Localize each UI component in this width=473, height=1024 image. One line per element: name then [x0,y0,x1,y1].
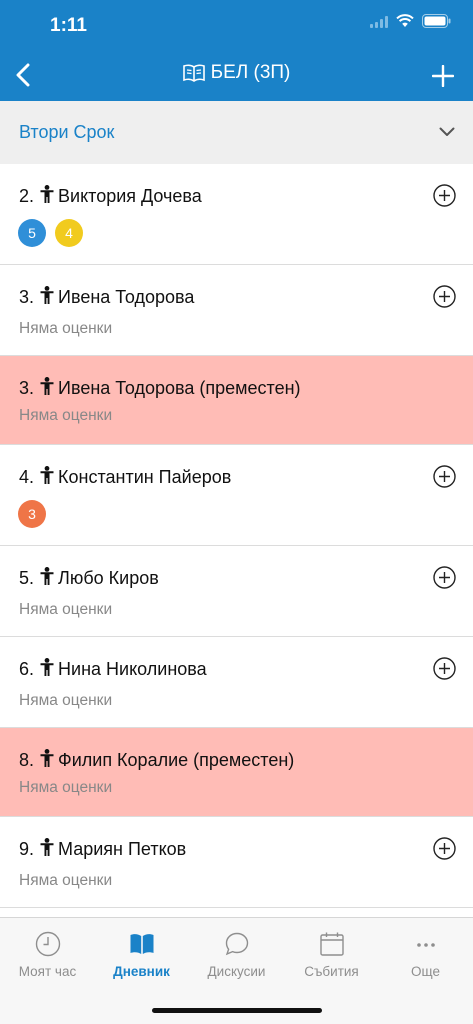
student-person-icon [40,185,54,208]
student-name: Ивена Тодорова (преместен) [58,378,301,398]
student-row[interactable]: 9. Мариян Петков Няма оценки [0,817,473,908]
plus-circle-icon [433,566,456,589]
more-dots-icon [378,930,473,958]
student-number: 9. [19,839,35,859]
home-indicator [152,1008,322,1013]
term-selector[interactable]: Втори Срок [0,101,473,164]
book-icon [182,64,205,82]
tab-more-dots[interactable]: Още [378,930,473,979]
student-number: 3. [19,378,35,398]
student-title: 4. Константин Пайеров [19,466,231,489]
add-grade-button[interactable] [433,465,456,488]
navigation-bar: БЕЛ (3П) [0,50,473,101]
student-row[interactable]: 6. Нина Николинова Няма оценки [0,637,473,728]
student-number: 5. [19,568,35,588]
plus-circle-icon [433,657,456,680]
student-title: 8. Филип Коралие (преместен) [19,749,294,772]
student-person-icon [40,749,54,772]
tab-label: Дискусии [207,964,266,979]
battery-icon [422,14,451,33]
student-row-moved[interactable]: 3. Ивена Тодорова (преместен) Няма оценки [0,356,473,445]
add-grade-button[interactable] [433,657,456,680]
grade-badge[interactable]: 5 [18,219,46,247]
student-row[interactable]: 3. Ивена Тодорова Няма оценки [0,265,473,356]
no-grades-text: Няма оценки [19,601,113,618]
student-name: Виктория Дочева [58,186,202,206]
add-grade-button[interactable] [433,184,456,207]
student-name: Ивена Тодорова [58,287,195,307]
student-number: 2. [19,186,35,206]
page-title-text: БЕЛ (3П) [210,62,291,83]
student-person-icon [40,286,54,309]
plus-icon [432,65,454,87]
student-title: 9. Мариян Петков [19,838,186,861]
book-icon [94,930,189,958]
page-title: БЕЛ (3П) [0,62,473,84]
student-title: 3. Ивена Тодорова (преместен) [19,377,301,400]
student-row[interactable]: 2. Виктория Дочева 5 4 [0,164,473,265]
student-name: Любо Киров [58,568,159,588]
tab-label: Моят час [18,964,77,979]
student-title: 2. Виктория Дочева [19,185,202,208]
term-label: Втори Срок [19,122,115,142]
student-name: Мариян Петков [58,839,187,859]
add-grade-button[interactable] [433,566,456,589]
student-person-icon [40,567,54,590]
grade-badge[interactable]: 3 [18,500,46,528]
tab-label: Събития [304,964,359,979]
student-number: 8. [19,750,35,770]
no-grades-text: Няма оценки [19,779,113,796]
status-time: 1:11 [50,15,87,36]
student-person-icon [40,838,54,861]
status-bar: 1:11 [0,0,473,50]
add-button[interactable] [427,60,459,92]
tab-calendar[interactable]: Събития [284,930,379,979]
student-number: 3. [19,287,35,307]
student-name: Константин Пайеров [58,467,232,487]
student-title: 6. Нина Николинова [19,658,207,681]
student-number: 6. [19,659,35,679]
no-grades-text: Няма оценки [19,692,113,709]
tab-book[interactable]: Дневник [94,930,189,979]
student-number: 4. [19,467,35,487]
plus-circle-icon [433,465,456,488]
student-row[interactable]: 5. Любо Киров Няма оценки [0,546,473,637]
student-row-moved[interactable]: 8. Филип Коралие (преместен) Няма оценки [0,728,473,817]
no-grades-text: Няма оценки [19,407,113,424]
add-grade-button[interactable] [433,285,456,308]
tab-label: Дневник [113,964,170,979]
grades-list: 54 [18,219,83,247]
calendar-icon [284,930,379,958]
student-name: Нина Николинова [58,659,207,679]
student-name: Филип Коралие (преместен) [58,750,295,770]
student-row[interactable]: 4. Константин Пайеров 3 [0,445,473,546]
student-title: 5. Любо Киров [19,567,159,590]
student-person-icon [40,466,54,489]
chevron-down-icon [439,124,455,142]
student-list: 2. Виктория Дочева 5 4 3. Ивена Тодорова Няма … [0,164,473,908]
plus-circle-icon [433,285,456,308]
tab-label: Още [411,964,440,979]
chat-bubble-icon [189,930,284,958]
plus-circle-icon [433,837,456,860]
tab-chat-bubble[interactable]: Дискусии [189,930,284,979]
student-person-icon [40,658,54,681]
app-header: 1:11 БЕЛ (3П) [0,0,473,101]
add-grade-button[interactable] [433,837,456,860]
plus-circle-icon [433,184,456,207]
clock-icon [0,930,95,958]
status-icons [370,14,451,33]
grades-list: 3 [18,500,46,528]
student-person-icon [40,377,54,400]
no-grades-text: Няма оценки [19,320,113,337]
tab-clock[interactable]: Моят час [0,930,95,979]
wifi-icon [396,14,414,33]
grade-badge[interactable]: 4 [55,219,83,247]
student-title: 3. Ивена Тодорова [19,286,194,309]
cellular-signal-icon [370,15,388,33]
no-grades-text: Няма оценки [19,872,113,889]
